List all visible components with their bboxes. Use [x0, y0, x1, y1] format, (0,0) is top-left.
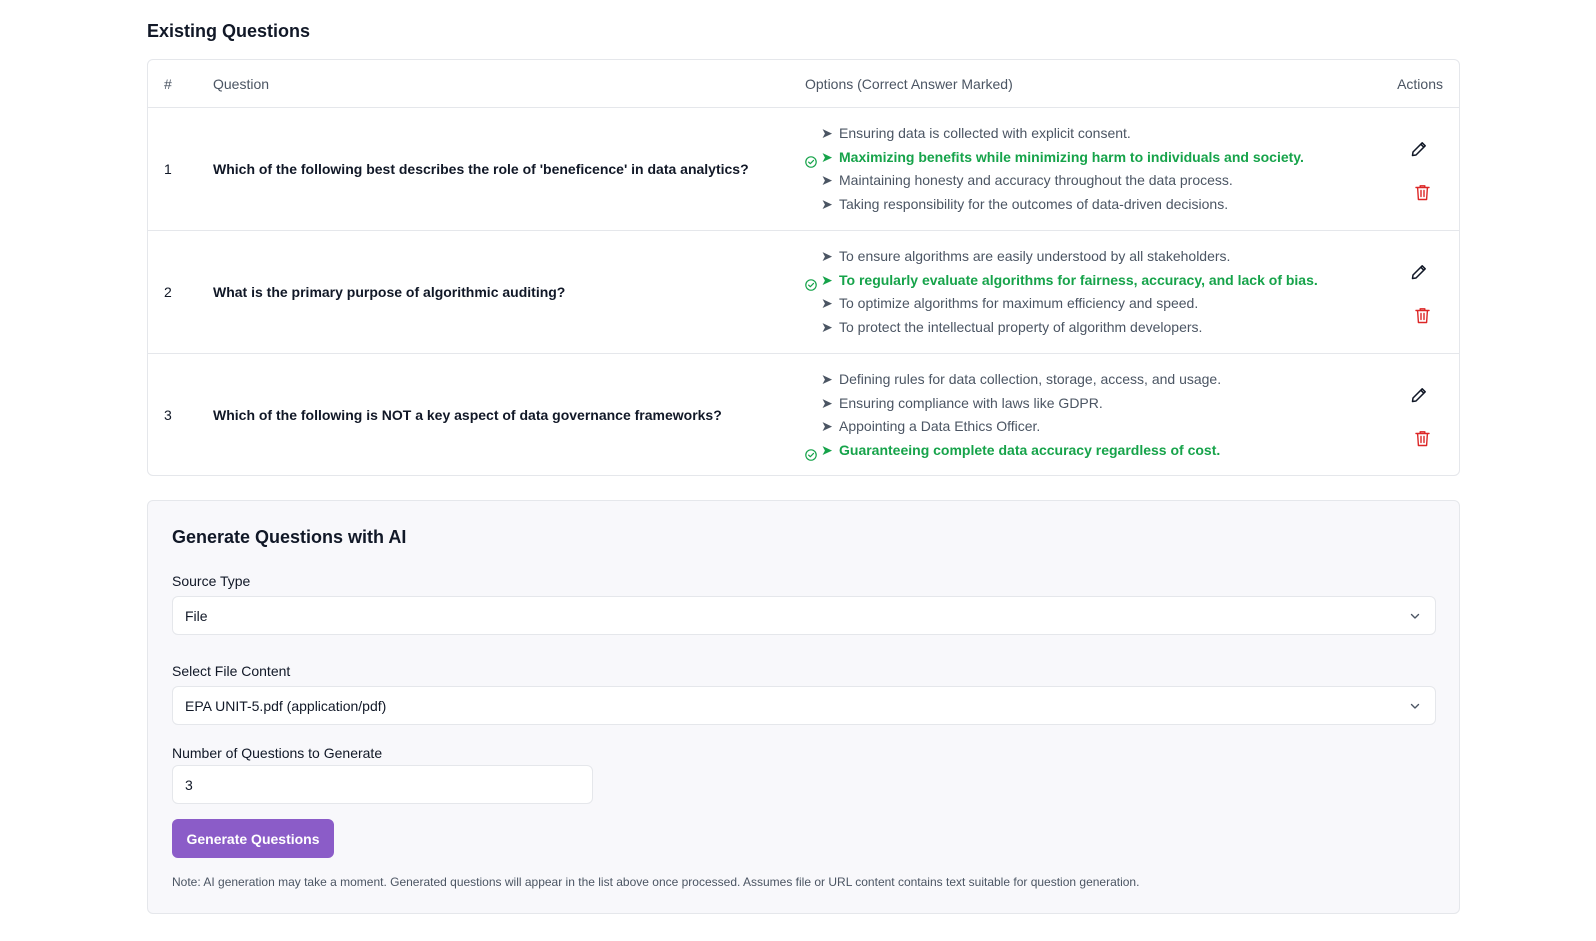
delete-question-button[interactable]: [1415, 184, 1430, 201]
option-text: Maintaining honesty and accuracy through…: [839, 172, 1233, 188]
generate-questions-button[interactable]: Generate Questions: [172, 819, 334, 858]
trash-icon: [1415, 431, 1430, 451]
existing-questions-title: Existing Questions: [147, 21, 311, 41]
question-count-label: Number of Questions to Generate: [172, 745, 383, 761]
pencil-icon: [1410, 265, 1428, 285]
arrow-right-icon: ➤: [821, 418, 833, 434]
source-type-label: Source Type: [172, 573, 251, 589]
option-item: ➤ To ensure algorithms are easily underst…: [805, 245, 1365, 269]
option-item: ➤ Defining rules for data collection, sto…: [805, 368, 1365, 392]
option-correct: ➤ Guaranteeing complete data accuracy reg…: [805, 439, 1365, 463]
option-text: Appointing a Data Ethics Officer.: [839, 418, 1041, 434]
file-content-select[interactable]: EPA UNIT-5.pdf (application/pdf): [172, 686, 1436, 725]
question-text: Which of the following is NOT a key aspe…: [213, 407, 722, 423]
file-content-value: EPA UNIT-5.pdf (application/pdf): [185, 698, 387, 714]
option-correct: ➤ To regularly evaluate algorithms for fa…: [805, 269, 1365, 293]
option-text: Maximizing benefits while minimizing har…: [839, 148, 1304, 165]
option-text: Defining rules for data collection, stor…: [839, 371, 1222, 387]
trash-icon: [1415, 185, 1430, 205]
option-item: ➤ Appointing a Data Ethics Officer.: [805, 415, 1365, 439]
option-item: ➤ To optimize algorithms for maximum effi…: [805, 292, 1365, 316]
questions-table: # Question Options (Correct Answer Marke…: [147, 59, 1460, 476]
arrow-right-icon: ➤: [821, 125, 833, 141]
options-list: ➤ Defining rules for data collection, sto…: [805, 368, 1365, 462]
check-circle-icon: [805, 445, 817, 461]
pencil-icon: [1410, 142, 1428, 162]
option-text: Guaranteeing complete data accuracy rega…: [839, 441, 1221, 458]
arrow-right-icon: ➤: [821, 371, 833, 387]
arrow-right-icon: ➤: [821, 295, 833, 311]
option-text: To ensure algorithms are easily understo…: [839, 248, 1231, 264]
check-circle-icon: [805, 275, 817, 291]
generation-note: Note: AI generation may take a moment. G…: [172, 875, 1140, 889]
chevron-down-icon: [1410, 613, 1420, 619]
trash-icon: [1415, 308, 1430, 328]
option-text: To optimize algorithms for maximum effic…: [839, 295, 1199, 311]
options-list: ➤ Ensuring data is collected with explici…: [805, 122, 1365, 216]
question-text: Which of the following best describes th…: [213, 161, 749, 177]
options-list: ➤ To ensure algorithms are easily underst…: [805, 245, 1365, 339]
generate-panel-title: Generate Questions with AI: [172, 527, 407, 547]
question-number: 3: [164, 407, 172, 423]
arrow-right-icon: ➤: [821, 441, 833, 458]
generate-questions-panel: Generate Questions with AI Source Type F…: [147, 500, 1460, 914]
chevron-down-icon: [1410, 703, 1420, 709]
delete-question-button[interactable]: [1415, 430, 1430, 447]
option-item: ➤ Maintaining honesty and accuracy throug…: [805, 169, 1365, 193]
arrow-right-icon: ➤: [821, 394, 833, 411]
arrow-right-icon: ➤: [821, 172, 833, 188]
edit-question-button[interactable]: [1410, 386, 1428, 404]
edit-question-button[interactable]: [1410, 263, 1428, 281]
option-item: ➤ To protect the intellectual property of…: [805, 316, 1365, 340]
option-item: ➤ Taking responsibility for the outcomes …: [805, 193, 1365, 217]
table-row: 2 What is the primary purpose of algorith…: [148, 231, 1459, 354]
option-item: ➤ Ensuring compliance with laws like GDPR…: [805, 392, 1365, 416]
column-header-options: Options (Correct Answer Marked): [805, 76, 1013, 92]
option-text: Taking responsibility for the outcomes o…: [839, 195, 1229, 212]
option-text: Ensuring data is collected with explicit…: [839, 125, 1131, 141]
delete-question-button[interactable]: [1415, 307, 1430, 324]
column-header-number: #: [164, 76, 172, 92]
arrow-right-icon: ➤: [821, 195, 833, 212]
question-count-input[interactable]: [172, 765, 593, 804]
arrow-right-icon: ➤: [821, 271, 833, 288]
option-text: Ensuring compliance with laws like GDPR.: [839, 394, 1103, 411]
question-number: 2: [164, 284, 172, 300]
arrow-right-icon: ➤: [821, 248, 833, 264]
source-type-value: File: [185, 608, 208, 624]
option-correct: ➤ Maximizing benefits while minimizing ha…: [805, 146, 1365, 170]
option-text: To protect the intellectual property of …: [839, 318, 1203, 335]
question-text: What is the primary purpose of algorithm…: [213, 284, 566, 300]
column-header-actions: Actions: [1397, 76, 1443, 92]
table-row: 3 Which of the following is NOT a key asp…: [148, 354, 1459, 477]
question-number: 1: [164, 161, 172, 177]
file-content-label: Select File Content: [172, 663, 291, 679]
table-header: # Question Options (Correct Answer Marke…: [148, 60, 1459, 108]
option-text: To regularly evaluate algorithms for fai…: [839, 271, 1318, 288]
option-item: ➤ Ensuring data is collected with explici…: [805, 122, 1365, 146]
pencil-icon: [1410, 388, 1428, 408]
table-row: 1 Which of the following best describes t…: [148, 108, 1459, 231]
column-header-question: Question: [213, 76, 270, 92]
edit-question-button[interactable]: [1410, 140, 1428, 158]
check-circle-icon: [805, 152, 817, 168]
source-type-select[interactable]: File: [172, 596, 1436, 635]
arrow-right-icon: ➤: [821, 318, 833, 335]
arrow-right-icon: ➤: [821, 148, 833, 165]
